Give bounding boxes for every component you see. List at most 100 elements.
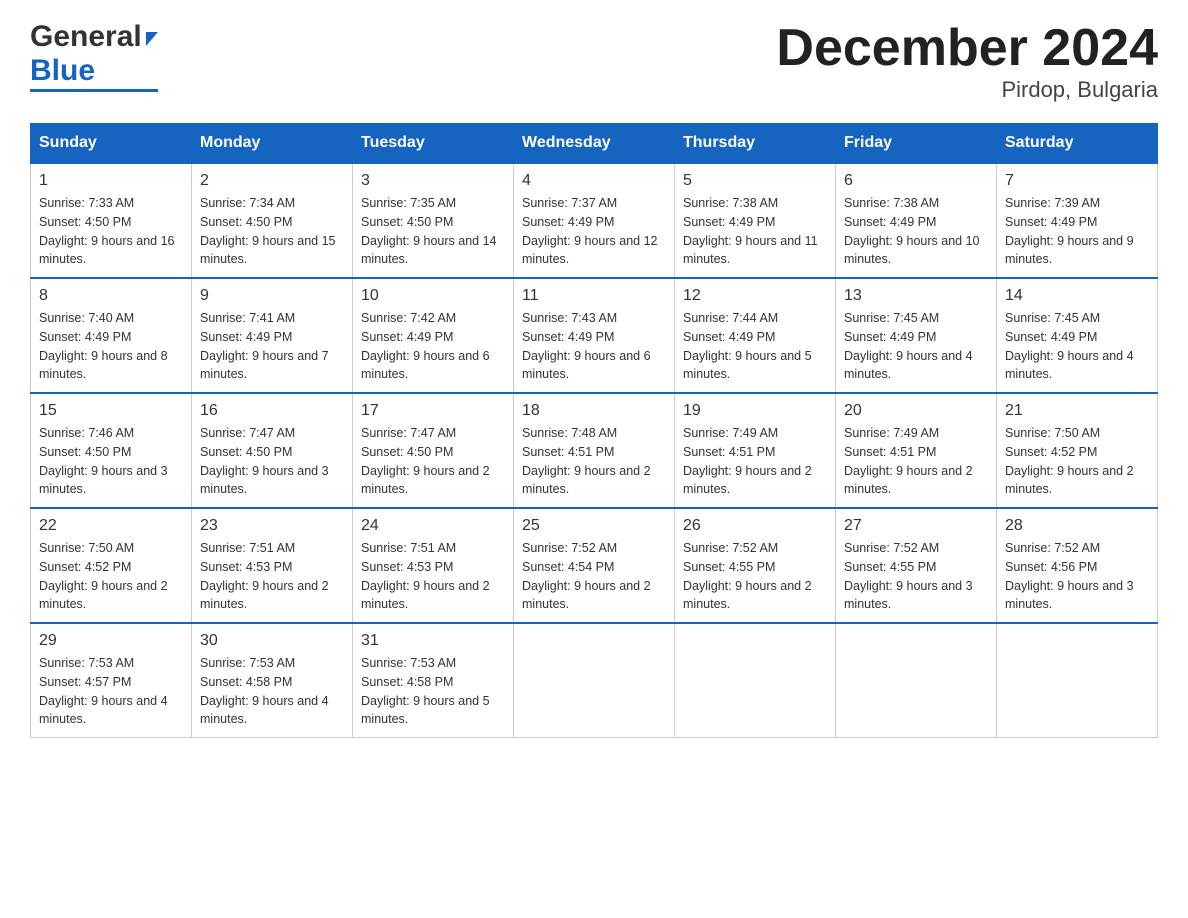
calendar-week-row: 1 Sunrise: 7:33 AMSunset: 4:50 PMDayligh… <box>31 163 1158 278</box>
month-title: December 2024 <box>776 20 1158 77</box>
location-title: Pirdop, Bulgaria <box>776 77 1158 103</box>
day-info: Sunrise: 7:47 AMSunset: 4:50 PMDaylight:… <box>200 426 329 496</box>
table-row <box>997 623 1158 738</box>
day-number: 9 <box>200 287 344 305</box>
day-number: 15 <box>39 402 183 420</box>
day-number: 20 <box>844 402 988 420</box>
logo-blue-text: Blue <box>30 54 95 88</box>
day-number: 11 <box>522 287 666 305</box>
header-friday: Friday <box>836 124 997 164</box>
day-number: 30 <box>200 632 344 650</box>
table-row: 18 Sunrise: 7:48 AMSunset: 4:51 PMDaylig… <box>514 393 675 508</box>
table-row: 10 Sunrise: 7:42 AMSunset: 4:49 PMDaylig… <box>353 278 514 393</box>
logo-underline <box>30 89 158 92</box>
day-number: 18 <box>522 402 666 420</box>
day-info: Sunrise: 7:47 AMSunset: 4:50 PMDaylight:… <box>361 426 490 496</box>
logo: General Blue <box>30 20 158 92</box>
day-info: Sunrise: 7:50 AMSunset: 4:52 PMDaylight:… <box>1005 426 1134 496</box>
day-info: Sunrise: 7:51 AMSunset: 4:53 PMDaylight:… <box>361 541 490 611</box>
day-info: Sunrise: 7:35 AMSunset: 4:50 PMDaylight:… <box>361 196 497 266</box>
table-row: 19 Sunrise: 7:49 AMSunset: 4:51 PMDaylig… <box>675 393 836 508</box>
day-info: Sunrise: 7:53 AMSunset: 4:57 PMDaylight:… <box>39 656 168 726</box>
day-info: Sunrise: 7:40 AMSunset: 4:49 PMDaylight:… <box>39 311 168 381</box>
table-row <box>675 623 836 738</box>
table-row: 9 Sunrise: 7:41 AMSunset: 4:49 PMDayligh… <box>192 278 353 393</box>
calendar-week-row: 15 Sunrise: 7:46 AMSunset: 4:50 PMDaylig… <box>31 393 1158 508</box>
day-number: 12 <box>683 287 827 305</box>
table-row: 8 Sunrise: 7:40 AMSunset: 4:49 PMDayligh… <box>31 278 192 393</box>
table-row: 17 Sunrise: 7:47 AMSunset: 4:50 PMDaylig… <box>353 393 514 508</box>
day-number: 25 <box>522 517 666 535</box>
table-row: 3 Sunrise: 7:35 AMSunset: 4:50 PMDayligh… <box>353 163 514 278</box>
day-number: 10 <box>361 287 505 305</box>
day-info: Sunrise: 7:39 AMSunset: 4:49 PMDaylight:… <box>1005 196 1134 266</box>
table-row: 4 Sunrise: 7:37 AMSunset: 4:49 PMDayligh… <box>514 163 675 278</box>
calendar-header-row: Sunday Monday Tuesday Wednesday Thursday… <box>31 124 1158 164</box>
table-row: 16 Sunrise: 7:47 AMSunset: 4:50 PMDaylig… <box>192 393 353 508</box>
day-info: Sunrise: 7:45 AMSunset: 4:49 PMDaylight:… <box>1005 311 1134 381</box>
day-info: Sunrise: 7:46 AMSunset: 4:50 PMDaylight:… <box>39 426 168 496</box>
table-row: 21 Sunrise: 7:50 AMSunset: 4:52 PMDaylig… <box>997 393 1158 508</box>
logo-general-text: General <box>30 20 142 54</box>
day-number: 29 <box>39 632 183 650</box>
table-row: 26 Sunrise: 7:52 AMSunset: 4:55 PMDaylig… <box>675 508 836 623</box>
table-row: 23 Sunrise: 7:51 AMSunset: 4:53 PMDaylig… <box>192 508 353 623</box>
day-info: Sunrise: 7:52 AMSunset: 4:55 PMDaylight:… <box>683 541 812 611</box>
day-info: Sunrise: 7:44 AMSunset: 4:49 PMDaylight:… <box>683 311 812 381</box>
day-info: Sunrise: 7:38 AMSunset: 4:49 PMDaylight:… <box>844 196 980 266</box>
table-row: 6 Sunrise: 7:38 AMSunset: 4:49 PMDayligh… <box>836 163 997 278</box>
table-row: 12 Sunrise: 7:44 AMSunset: 4:49 PMDaylig… <box>675 278 836 393</box>
day-number: 31 <box>361 632 505 650</box>
day-number: 16 <box>200 402 344 420</box>
table-row: 5 Sunrise: 7:38 AMSunset: 4:49 PMDayligh… <box>675 163 836 278</box>
day-info: Sunrise: 7:42 AMSunset: 4:49 PMDaylight:… <box>361 311 490 381</box>
table-row: 25 Sunrise: 7:52 AMSunset: 4:54 PMDaylig… <box>514 508 675 623</box>
table-row: 30 Sunrise: 7:53 AMSunset: 4:58 PMDaylig… <box>192 623 353 738</box>
day-info: Sunrise: 7:48 AMSunset: 4:51 PMDaylight:… <box>522 426 651 496</box>
day-number: 8 <box>39 287 183 305</box>
table-row: 14 Sunrise: 7:45 AMSunset: 4:49 PMDaylig… <box>997 278 1158 393</box>
page-header: General Blue December 2024 Pirdop, Bulga… <box>30 20 1158 103</box>
header-wednesday: Wednesday <box>514 124 675 164</box>
day-number: 2 <box>200 172 344 190</box>
table-row: 22 Sunrise: 7:50 AMSunset: 4:52 PMDaylig… <box>31 508 192 623</box>
table-row: 24 Sunrise: 7:51 AMSunset: 4:53 PMDaylig… <box>353 508 514 623</box>
day-info: Sunrise: 7:51 AMSunset: 4:53 PMDaylight:… <box>200 541 329 611</box>
day-info: Sunrise: 7:34 AMSunset: 4:50 PMDaylight:… <box>200 196 336 266</box>
day-info: Sunrise: 7:50 AMSunset: 4:52 PMDaylight:… <box>39 541 168 611</box>
day-number: 6 <box>844 172 988 190</box>
calendar-week-row: 29 Sunrise: 7:53 AMSunset: 4:57 PMDaylig… <box>31 623 1158 738</box>
day-info: Sunrise: 7:53 AMSunset: 4:58 PMDaylight:… <box>200 656 329 726</box>
title-block: December 2024 Pirdop, Bulgaria <box>776 20 1158 103</box>
day-number: 21 <box>1005 402 1149 420</box>
day-info: Sunrise: 7:52 AMSunset: 4:56 PMDaylight:… <box>1005 541 1134 611</box>
day-number: 22 <box>39 517 183 535</box>
day-number: 14 <box>1005 287 1149 305</box>
day-number: 1 <box>39 172 183 190</box>
header-sunday: Sunday <box>31 124 192 164</box>
day-number: 26 <box>683 517 827 535</box>
day-number: 19 <box>683 402 827 420</box>
header-monday: Monday <box>192 124 353 164</box>
table-row <box>836 623 997 738</box>
day-number: 24 <box>361 517 505 535</box>
header-saturday: Saturday <box>997 124 1158 164</box>
day-info: Sunrise: 7:41 AMSunset: 4:49 PMDaylight:… <box>200 311 329 381</box>
day-number: 23 <box>200 517 344 535</box>
day-number: 28 <box>1005 517 1149 535</box>
day-info: Sunrise: 7:37 AMSunset: 4:49 PMDaylight:… <box>522 196 658 266</box>
header-tuesday: Tuesday <box>353 124 514 164</box>
table-row: 29 Sunrise: 7:53 AMSunset: 4:57 PMDaylig… <box>31 623 192 738</box>
table-row: 11 Sunrise: 7:43 AMSunset: 4:49 PMDaylig… <box>514 278 675 393</box>
day-number: 3 <box>361 172 505 190</box>
day-info: Sunrise: 7:53 AMSunset: 4:58 PMDaylight:… <box>361 656 490 726</box>
table-row: 13 Sunrise: 7:45 AMSunset: 4:49 PMDaylig… <box>836 278 997 393</box>
day-number: 27 <box>844 517 988 535</box>
table-row: 20 Sunrise: 7:49 AMSunset: 4:51 PMDaylig… <box>836 393 997 508</box>
calendar-week-row: 8 Sunrise: 7:40 AMSunset: 4:49 PMDayligh… <box>31 278 1158 393</box>
table-row: 7 Sunrise: 7:39 AMSunset: 4:49 PMDayligh… <box>997 163 1158 278</box>
day-number: 5 <box>683 172 827 190</box>
day-number: 4 <box>522 172 666 190</box>
table-row: 15 Sunrise: 7:46 AMSunset: 4:50 PMDaylig… <box>31 393 192 508</box>
day-info: Sunrise: 7:52 AMSunset: 4:54 PMDaylight:… <box>522 541 651 611</box>
